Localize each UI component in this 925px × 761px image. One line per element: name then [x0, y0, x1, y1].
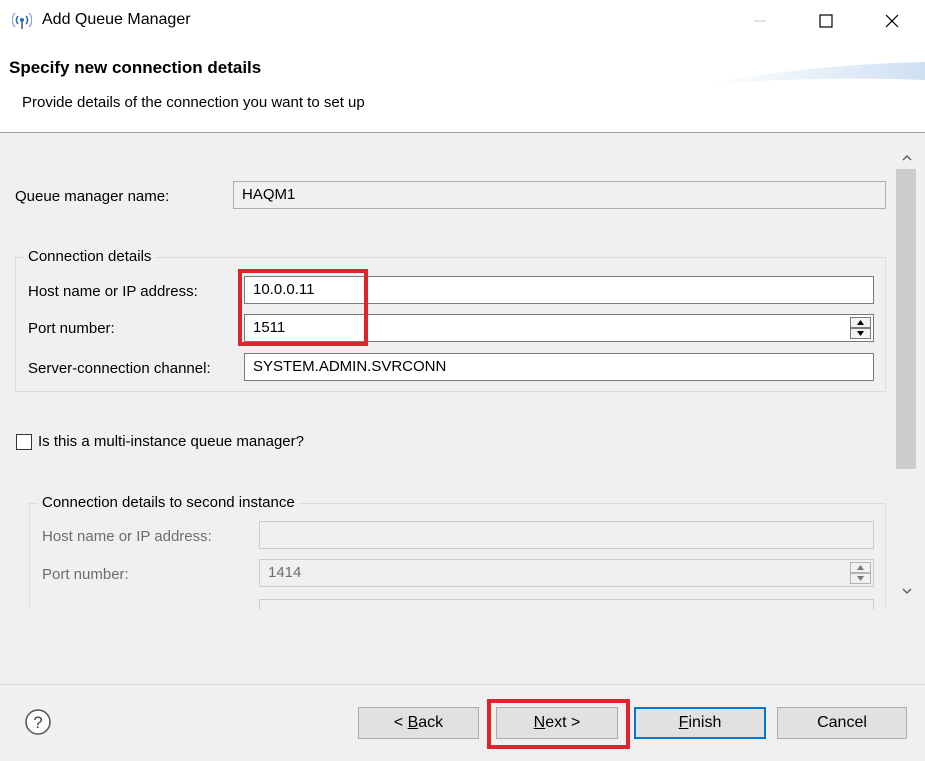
host-input[interactable]: 10.0.0.11	[244, 276, 874, 304]
port-input[interactable]: 1511	[244, 314, 874, 342]
finish-button[interactable]: Finish	[634, 707, 766, 739]
second-instance-group	[29, 503, 886, 610]
maximize-button[interactable]	[796, 0, 856, 42]
back-button-mnemonic: B	[407, 714, 419, 731]
title-bar: Add Queue Manager	[0, 0, 925, 42]
spin-up-icon[interactable]	[850, 562, 871, 573]
finish-button-mnemonic: F	[678, 714, 689, 731]
cancel-button-label: Cancel	[817, 714, 867, 731]
next-button-rest: ext >	[545, 714, 581, 731]
vertical-scrollbar[interactable]	[895, 141, 920, 610]
window-title: Add Queue Manager	[42, 11, 191, 28]
queue-manager-antenna-icon	[12, 12, 32, 29]
spin-down-icon[interactable]	[850, 573, 871, 584]
spin-up-icon[interactable]	[850, 317, 871, 328]
multi-instance-checkbox[interactable]	[16, 434, 32, 450]
minimize-button[interactable]	[730, 0, 790, 42]
next-button[interactable]: Next >	[496, 707, 618, 739]
minimize-icon	[754, 20, 766, 22]
queue-manager-name-field: HAQM1	[233, 181, 886, 209]
host-label: Host name or IP address:	[28, 283, 198, 300]
second-port-label: Port number:	[42, 566, 129, 583]
back-button[interactable]: < Back	[358, 707, 479, 739]
close-button[interactable]	[862, 0, 922, 42]
next-button-mnemonic: N	[533, 714, 546, 731]
second-host-label: Host name or IP address:	[42, 528, 212, 545]
page-title: Specify new connection details	[9, 58, 262, 77]
finish-button-rest: inish	[688, 714, 722, 731]
wizard-header: Specify new connection details Provide d…	[0, 42, 925, 133]
channel-input[interactable]: SYSTEM.ADMIN.SVRCONN	[244, 353, 874, 381]
banner-graphic	[705, 62, 925, 84]
back-button-rest: ack	[418, 714, 444, 731]
spin-down-icon[interactable]	[850, 328, 871, 339]
cancel-button[interactable]: Cancel	[777, 707, 907, 739]
port-label: Port number:	[28, 320, 115, 337]
maximize-icon	[819, 14, 833, 28]
svg-text:?: ?	[33, 713, 42, 732]
help-icon[interactable]: ?	[24, 708, 52, 736]
multi-instance-label[interactable]: Is this a multi-instance queue manager?	[38, 433, 304, 450]
close-icon	[885, 14, 899, 28]
back-button-prefix: <	[393, 714, 408, 731]
second-port-spinner[interactable]	[850, 562, 871, 584]
queue-manager-name-label: Queue manager name:	[15, 188, 170, 205]
page-description: Provide details of the connection you wa…	[22, 94, 365, 111]
connection-details-group-title: Connection details	[24, 248, 156, 265]
port-spinner[interactable]	[850, 317, 871, 339]
scroll-down-icon[interactable]	[900, 584, 914, 598]
scrollbar-thumb[interactable]	[896, 169, 916, 469]
second-channel-input[interactable]	[259, 599, 874, 610]
scroll-up-icon[interactable]	[900, 151, 914, 165]
form-content: Queue manager name: HAQM1 Connection det…	[0, 133, 895, 610]
second-host-input[interactable]	[259, 521, 874, 549]
second-instance-group-title: Connection details to second instance	[38, 494, 299, 511]
second-port-input[interactable]: 1414	[259, 559, 874, 587]
channel-label: Server-connection channel:	[28, 360, 211, 377]
